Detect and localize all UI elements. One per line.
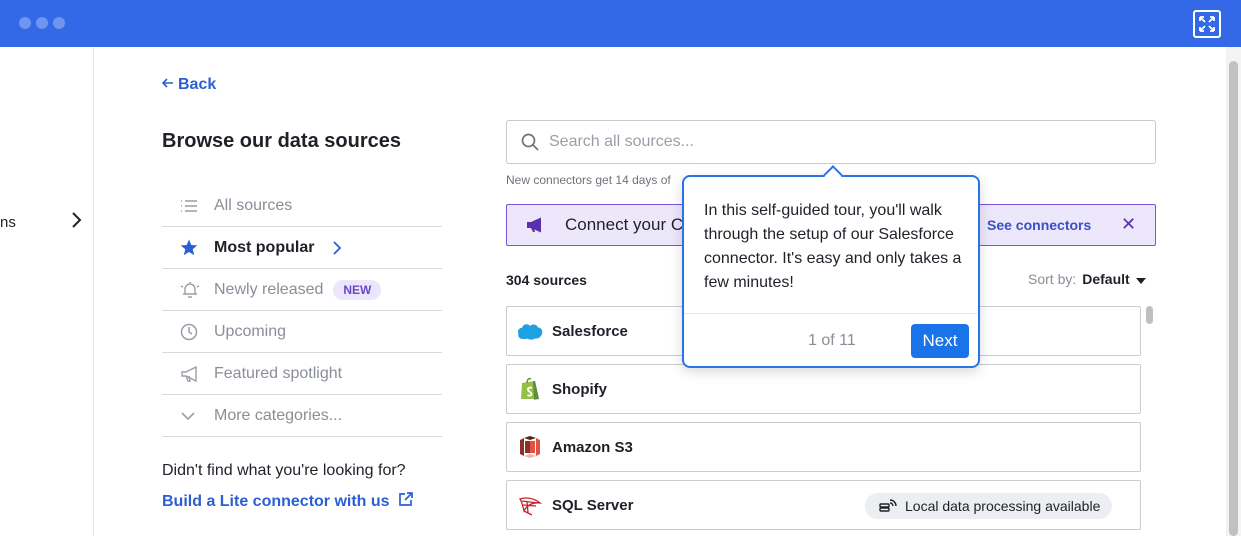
salesforce-logo [507,322,552,340]
sidebar-item-label[interactable]: ns [0,214,16,231]
window-dot[interactable] [19,17,31,29]
results-count: 304 sources [506,272,587,288]
bell-icon [162,281,214,299]
category-more[interactable]: More categories... [162,395,442,437]
source-name: SQL Server [552,496,634,514]
chevron-right-icon [332,240,342,256]
chevron-right-icon[interactable] [70,211,82,234]
search-icon [521,133,539,151]
clock-icon [162,323,214,341]
category-label: Upcoming [214,322,287,340]
category-list: All sources Most popular Newly released … [162,185,442,437]
category-label: More categories... [214,406,343,424]
link-label: Build a Lite connector with us [162,492,390,510]
new-badge: NEW [333,279,382,300]
tour-next-button[interactable]: Next [911,324,969,358]
sql-server-logo [507,493,552,517]
local-processing-icon [879,497,897,516]
amazon-s3-logo [507,435,552,459]
category-label: Most popular [214,238,315,256]
sort-dropdown[interactable]: Sort by: Default [1028,271,1146,287]
build-lite-connector-link[interactable]: Build a Lite connector with us [162,491,414,512]
search-box[interactable] [506,120,1156,164]
category-featured-spotlight[interactable]: Featured spotlight [162,353,442,395]
window-dot[interactable] [36,17,48,29]
search-note: New connectors get 14 days of [506,173,671,187]
list-scrollbar-thumb[interactable] [1146,306,1153,324]
arrow-left-icon [161,76,174,94]
back-link[interactable]: Back [161,76,217,94]
window-dot[interactable] [53,17,65,29]
source-name: Salesforce [552,322,628,340]
sort-value: Default [1082,271,1130,287]
window-titlebar [0,0,1241,47]
category-label: Featured spotlight [214,364,343,382]
tour-step-counter: 1 of 11 [808,332,856,349]
page-scrollbar[interactable] [1226,47,1241,536]
source-row-sql-server[interactable]: SQL Server Local data processing availab… [506,480,1141,530]
tooltip-pointer [823,165,843,185]
list-scrollbar[interactable] [1146,306,1154,536]
caret-down-icon [1135,271,1146,287]
tour-tooltip: In this self-guided tour, you'll walk th… [682,165,980,368]
banner-text: Connect your C [565,215,684,234]
category-label: Newly released [214,280,324,298]
source-name: Shopify [552,380,607,398]
local-processing-label: Local data processing available [905,498,1101,514]
sort-label: Sort by: [1028,271,1077,287]
megaphone-icon [525,217,545,233]
source-row-shopify[interactable]: Shopify [506,364,1141,414]
megaphone-icon [162,365,214,382]
star-icon [162,239,214,256]
help-question: Didn't find what you're looking for? [162,462,406,479]
left-sidebar: ns [0,47,94,536]
tour-footer: 1 of 11 Next [684,313,978,368]
category-upcoming[interactable]: Upcoming [162,311,442,353]
window-controls [19,17,65,29]
category-newly-released[interactable]: Newly released NEW [162,269,442,311]
tour-text: In this self-guided tour, you'll walk th… [704,202,962,291]
list-icon [162,199,214,213]
local-processing-badge: Local data processing available [865,493,1113,519]
source-name: Amazon S3 [552,438,633,456]
category-all-sources[interactable]: All sources [162,185,442,227]
expand-icon[interactable] [1193,10,1221,38]
close-icon[interactable]: ✕ [1121,214,1136,235]
back-label: Back [178,76,217,93]
see-connectors-link[interactable]: See connectors [987,217,1091,233]
search-input[interactable] [549,133,1109,151]
scrollbar-thumb[interactable] [1229,61,1238,536]
category-most-popular[interactable]: Most popular [162,227,442,269]
source-row-amazon-s3[interactable]: Amazon S3 [506,422,1141,472]
shopify-logo [507,377,552,401]
external-link-icon [398,491,414,512]
chevron-down-icon [162,411,214,421]
page-title: Browse our data sources [162,130,401,152]
category-label: All sources [214,196,293,214]
